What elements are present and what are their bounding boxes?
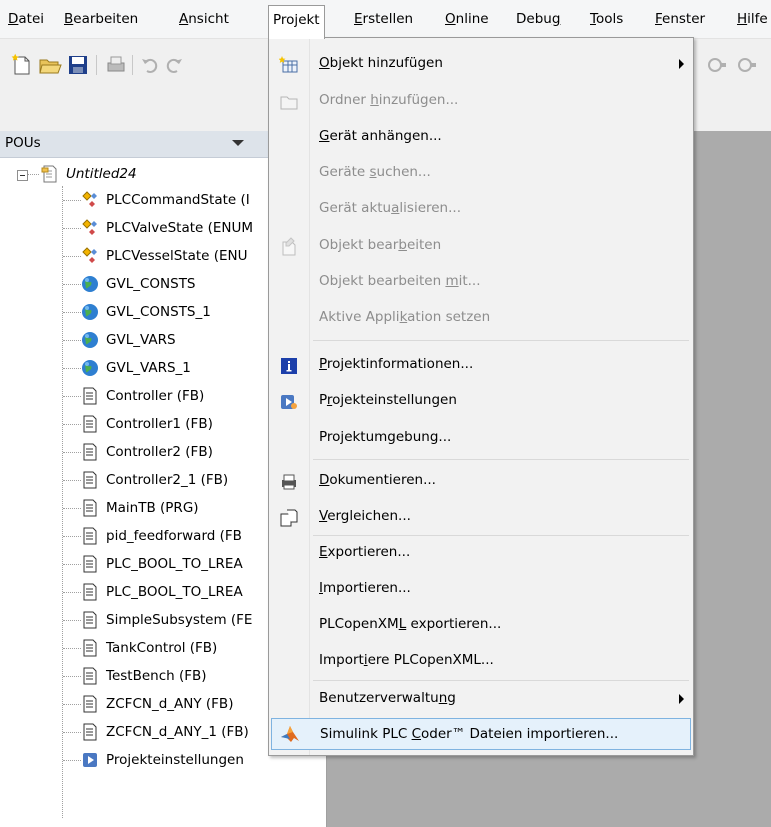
menu-ansicht[interactable]: Ansicht bbox=[176, 9, 232, 29]
enum-icon bbox=[80, 246, 100, 266]
menu-item-projektumgebung[interactable]: Projektumgebung... bbox=[269, 420, 693, 454]
info-icon bbox=[279, 355, 299, 375]
menu-item-vergleichen[interactable]: Vergleichen... bbox=[269, 499, 693, 533]
online-config-icon[interactable] bbox=[705, 53, 729, 77]
undo-icon[interactable] bbox=[138, 53, 162, 77]
globe-icon bbox=[80, 302, 100, 322]
menu-item-aktive-applikation-setzen[interactable]: Aktive Applikation setzen bbox=[269, 300, 693, 334]
tree-item-label: PLCCommandState (I bbox=[106, 192, 250, 208]
project-settings-icon bbox=[279, 391, 299, 411]
menu-tools[interactable]: Tools bbox=[587, 9, 626, 29]
print-icon[interactable] bbox=[104, 53, 128, 77]
tree-item-label: Controller2 (FB) bbox=[106, 444, 213, 460]
save-icon[interactable] bbox=[66, 53, 90, 77]
tree-item-label: GVL_CONSTS_1 bbox=[106, 304, 211, 320]
tree-item-label: pid_feedforward (FB bbox=[106, 528, 242, 544]
menu-debug[interactable]: Debug bbox=[513, 9, 563, 29]
document-icon bbox=[80, 638, 100, 658]
tree-item-label: PLCValveState (ENUM bbox=[106, 220, 254, 236]
tree-item-label: GVL_VARS bbox=[106, 332, 176, 348]
projekt-menu: Objekt hinzufügen Ordner hinzufügen... G… bbox=[268, 37, 694, 756]
document-icon bbox=[80, 414, 100, 434]
tree-item-label: ZCFCN_d_ANY_1 (FB) bbox=[106, 724, 249, 740]
menu-item-benutzerverwaltung[interactable]: Benutzerverwaltung bbox=[269, 681, 693, 715]
document-icon bbox=[80, 442, 100, 462]
add-object-icon bbox=[278, 54, 299, 74]
menu-item-importiere-plcopenxml[interactable]: Importiere PLCopenXML... bbox=[269, 643, 693, 677]
document-icon bbox=[80, 666, 100, 686]
redo-icon[interactable] bbox=[162, 53, 186, 77]
menu-bar: Datei Bearbeiten Ansicht Projekt Erstell… bbox=[0, 0, 771, 39]
menu-item-plcopenxml-exportieren[interactable]: PLCopenXML exportieren... bbox=[269, 607, 693, 641]
globe-icon bbox=[80, 330, 100, 350]
menu-item-objekt-bearbeiten-mit[interactable]: Objekt bearbeiten mit... bbox=[269, 264, 693, 298]
menu-item-dokumentieren[interactable]: Dokumentieren... bbox=[269, 463, 693, 497]
tree-item-label: Projekteinstellungen bbox=[106, 752, 244, 768]
printer-icon bbox=[279, 471, 299, 491]
menu-item-objekt-hinzufuegen[interactable]: Objekt hinzufügen bbox=[269, 46, 693, 80]
menu-item-importieren[interactable]: Importieren... bbox=[269, 571, 693, 605]
globe-icon bbox=[80, 358, 100, 378]
menu-item-simulink-plc-coder-importieren[interactable]: Simulink PLC Coder™ Dateien importieren.… bbox=[271, 718, 691, 750]
tree-item-label: Controller (FB) bbox=[106, 388, 205, 404]
document-icon bbox=[80, 498, 100, 518]
compare-icon bbox=[279, 507, 299, 527]
submenu-arrow-icon bbox=[679, 59, 684, 69]
tree-item-label: TankControl (FB) bbox=[106, 640, 218, 656]
tree-root-label: Untitled24 bbox=[66, 166, 137, 182]
tree-item-label: TestBench (FB) bbox=[106, 668, 207, 684]
folder-icon bbox=[279, 91, 299, 111]
menu-online[interactable]: Online bbox=[442, 9, 492, 29]
tree-item-label: Controller2_1 (FB) bbox=[106, 472, 229, 488]
pou-panel-title: POUs bbox=[5, 135, 41, 151]
document-icon bbox=[80, 470, 100, 490]
enum-icon bbox=[80, 218, 100, 238]
tree-item-label: ZCFCN_d_ANY (FB) bbox=[106, 696, 234, 712]
online-config-2-icon[interactable] bbox=[735, 53, 759, 77]
menu-datei[interactable]: Datei bbox=[5, 9, 47, 29]
menu-projekt[interactable]: Projekt bbox=[268, 5, 325, 39]
menu-fenster[interactable]: Fenster bbox=[652, 9, 708, 29]
matlab-icon bbox=[280, 724, 300, 744]
tree-item-label: GVL_VARS_1 bbox=[106, 360, 191, 376]
tree-item-label: SimpleSubsystem (FE bbox=[106, 612, 253, 628]
menu-item-projekteinstellungen[interactable]: Projekteinstellungen bbox=[269, 383, 693, 417]
menu-item-objekt-bearbeiten[interactable]: Objekt bearbeiten bbox=[269, 228, 693, 262]
tree-item-label: PLC_BOOL_TO_LREA bbox=[106, 556, 243, 572]
document-icon bbox=[80, 694, 100, 714]
document-icon bbox=[80, 722, 100, 742]
project-file-icon bbox=[40, 164, 60, 184]
document-icon bbox=[80, 526, 100, 546]
chevron-down-icon[interactable] bbox=[232, 140, 244, 146]
menu-erstellen[interactable]: Erstellen bbox=[351, 9, 416, 29]
edit-object-icon bbox=[279, 236, 299, 256]
menu-hilfe[interactable]: Hilfe bbox=[734, 9, 771, 29]
menu-item-geraet-anhaengen[interactable]: Gerät anhängen... bbox=[269, 119, 693, 153]
menu-item-projektinformationen[interactable]: Projektinformationen... bbox=[269, 347, 693, 381]
menu-item-geraete-suchen[interactable]: Geräte suchen... bbox=[269, 155, 693, 189]
document-icon bbox=[80, 582, 100, 602]
document-icon bbox=[80, 610, 100, 630]
globe-icon bbox=[80, 274, 100, 294]
tree-item-label: MainTB (PRG) bbox=[106, 500, 199, 516]
new-file-icon[interactable] bbox=[10, 53, 34, 77]
tree-item-label: PLCVesselState (ENU bbox=[106, 248, 248, 264]
menu-bearbeiten[interactable]: Bearbeiten bbox=[61, 9, 141, 29]
tree-item-label: Controller1 (FB) bbox=[106, 416, 213, 432]
document-icon bbox=[80, 554, 100, 574]
open-folder-icon[interactable] bbox=[38, 53, 62, 77]
menu-item-exportieren[interactable]: Exportieren... bbox=[269, 535, 693, 569]
menu-item-geraet-aktualisieren[interactable]: Gerät aktualisieren... bbox=[269, 191, 693, 225]
submenu-arrow-icon bbox=[679, 694, 684, 704]
tree-item-label: PLC_BOOL_TO_LREA bbox=[106, 584, 243, 600]
enum-icon bbox=[80, 190, 100, 210]
tree-item-label: GVL_CONSTS bbox=[106, 276, 196, 292]
document-icon bbox=[80, 386, 100, 406]
collapse-toggle[interactable] bbox=[17, 170, 28, 181]
project-settings-icon bbox=[80, 750, 100, 770]
menu-item-ordner-hinzufuegen[interactable]: Ordner hinzufügen... bbox=[269, 83, 693, 117]
